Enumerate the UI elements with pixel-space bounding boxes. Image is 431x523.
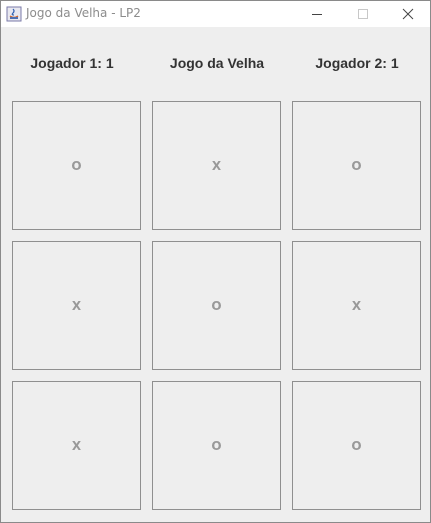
board-cell-6[interactable]: X	[292, 241, 421, 370]
player2-score: Jogador 2: 1	[315, 55, 399, 71]
board-cell-8[interactable]: O	[152, 381, 281, 510]
title-bar[interactable]: Jogo da Velha - LP2	[1, 1, 430, 27]
game-panel: Jogador 1: 1 Jogo da Velha Jogador 2: 1 …	[1, 27, 430, 522]
close-icon	[402, 8, 414, 20]
board-cell-4[interactable]: X	[12, 241, 141, 370]
player1-score: Jogador 1: 1	[30, 55, 114, 71]
minimize-icon	[312, 14, 322, 15]
board-cell-2[interactable]: X	[152, 101, 281, 230]
board-cell-5[interactable]: O	[152, 241, 281, 370]
minimize-button[interactable]	[294, 1, 340, 27]
game-title: Jogo da Velha	[169, 55, 265, 71]
java-icon	[6, 6, 22, 22]
board-cell-1[interactable]: O	[12, 101, 141, 230]
game-window: Jogo da Velha - LP2 Jogador 1: 1 Jogo da…	[0, 0, 431, 523]
board-cell-9[interactable]: O	[292, 381, 421, 510]
board-cell-3[interactable]: O	[292, 101, 421, 230]
maximize-icon	[358, 9, 368, 19]
close-button[interactable]	[385, 1, 431, 27]
window-title: Jogo da Velha - LP2	[26, 6, 141, 20]
maximize-button[interactable]	[340, 1, 386, 27]
board-cell-7[interactable]: X	[12, 381, 141, 510]
